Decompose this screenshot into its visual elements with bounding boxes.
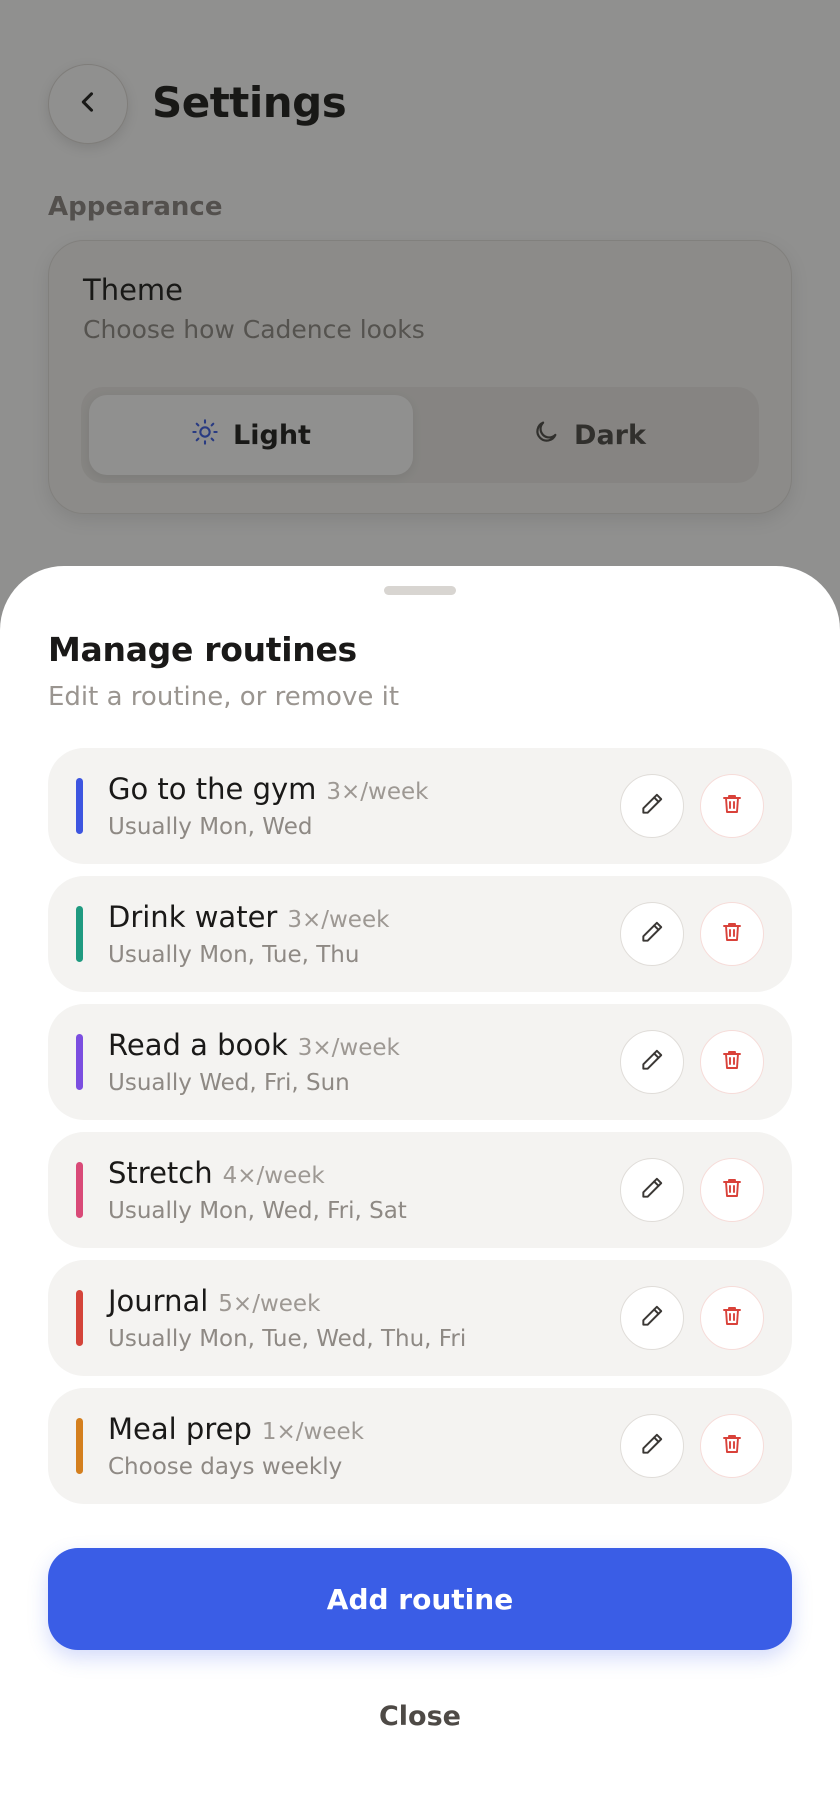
trash-icon bbox=[720, 1432, 744, 1460]
routine-frequency: 5×/week bbox=[218, 1291, 321, 1317]
routine-name-text: Meal prep bbox=[108, 1412, 252, 1446]
manage-routines-sheet: Manage routines Edit a routine, or remov… bbox=[0, 566, 840, 1800]
delete-routine-button[interactable] bbox=[700, 902, 764, 966]
routine-item: Meal prep 1×/week Choose days weekly bbox=[48, 1388, 792, 1504]
routine-frequency: 3×/week bbox=[287, 907, 390, 933]
pencil-icon bbox=[639, 1431, 665, 1461]
edit-routine-button[interactable] bbox=[620, 902, 684, 966]
pencil-icon bbox=[639, 1175, 665, 1205]
routine-days: Choose days weekly bbox=[108, 1454, 343, 1480]
edit-routine-button[interactable] bbox=[620, 1158, 684, 1222]
edit-routine-button[interactable] bbox=[620, 1286, 684, 1350]
routine-name-text: Go to the gym bbox=[108, 772, 317, 806]
routine-item: Stretch 4×/week Usually Mon, Wed, Fri, Sa… bbox=[48, 1132, 792, 1248]
routine-name-text: Read a book bbox=[108, 1028, 288, 1062]
edit-routine-button[interactable] bbox=[620, 1414, 684, 1478]
routine-frequency: 3×/week bbox=[326, 779, 429, 805]
routine-color-bar bbox=[76, 1290, 83, 1346]
routine-item: Drink water 3×/week Usually Mon, Tue, Thu bbox=[48, 876, 792, 992]
routine-name-text: Stretch bbox=[108, 1156, 213, 1190]
routine-days: Usually Mon, Tue, Wed, Thu, Fri bbox=[108, 1326, 467, 1352]
routine-name: Read a book 3×/week bbox=[108, 1028, 400, 1062]
routine-name: Meal prep 1×/week bbox=[108, 1412, 364, 1446]
routine-frequency: 4×/week bbox=[222, 1163, 325, 1189]
routine-item: Read a book 3×/week Usually Wed, Fri, Sun bbox=[48, 1004, 792, 1120]
routine-days: Usually Mon, Tue, Thu bbox=[108, 942, 360, 968]
routine-color-bar bbox=[76, 778, 83, 834]
routine-frequency: 3×/week bbox=[297, 1035, 400, 1061]
routine-color-bar bbox=[76, 1418, 83, 1474]
routine-name: Drink water 3×/week bbox=[108, 900, 389, 934]
routine-item: Journal 5×/week Usually Mon, Tue, Wed, Th… bbox=[48, 1260, 792, 1376]
sheet-subtitle: Edit a routine, or remove it bbox=[48, 682, 400, 712]
routine-days: Usually Mon, Wed bbox=[108, 814, 313, 840]
close-button[interactable]: Close bbox=[300, 1686, 540, 1746]
trash-icon bbox=[720, 920, 744, 948]
sheet-title: Manage routines bbox=[48, 630, 357, 669]
pencil-icon bbox=[639, 1303, 665, 1333]
add-routine-button[interactable]: Add routine bbox=[48, 1548, 792, 1650]
routine-name-text: Journal bbox=[108, 1284, 209, 1318]
routine-days: Usually Mon, Wed, Fri, Sat bbox=[108, 1198, 407, 1224]
routine-name: Go to the gym 3×/week bbox=[108, 772, 429, 806]
pencil-icon bbox=[639, 791, 665, 821]
delete-routine-button[interactable] bbox=[700, 1286, 764, 1350]
trash-icon bbox=[720, 1048, 744, 1076]
pencil-icon bbox=[639, 1047, 665, 1077]
routine-item: Go to the gym 3×/week Usually Mon, Wed bbox=[48, 748, 792, 864]
routine-name: Journal 5×/week bbox=[108, 1284, 320, 1318]
trash-icon bbox=[720, 792, 744, 820]
sheet-drag-handle[interactable] bbox=[384, 586, 456, 595]
routine-color-bar bbox=[76, 1162, 83, 1218]
delete-routine-button[interactable] bbox=[700, 774, 764, 838]
routine-color-bar bbox=[76, 1034, 83, 1090]
delete-routine-button[interactable] bbox=[700, 1414, 764, 1478]
routine-name-text: Drink water bbox=[108, 900, 278, 934]
routine-list: Go to the gym 3×/week Usually Mon, Wed Dr… bbox=[48, 748, 792, 1516]
trash-icon bbox=[720, 1176, 744, 1204]
delete-routine-button[interactable] bbox=[700, 1030, 764, 1094]
routine-color-bar bbox=[76, 906, 83, 962]
routine-days: Usually Wed, Fri, Sun bbox=[108, 1070, 350, 1096]
edit-routine-button[interactable] bbox=[620, 774, 684, 838]
routine-frequency: 1×/week bbox=[261, 1419, 364, 1445]
edit-routine-button[interactable] bbox=[620, 1030, 684, 1094]
trash-icon bbox=[720, 1304, 744, 1332]
routine-name: Stretch 4×/week bbox=[108, 1156, 325, 1190]
pencil-icon bbox=[639, 919, 665, 949]
delete-routine-button[interactable] bbox=[700, 1158, 764, 1222]
